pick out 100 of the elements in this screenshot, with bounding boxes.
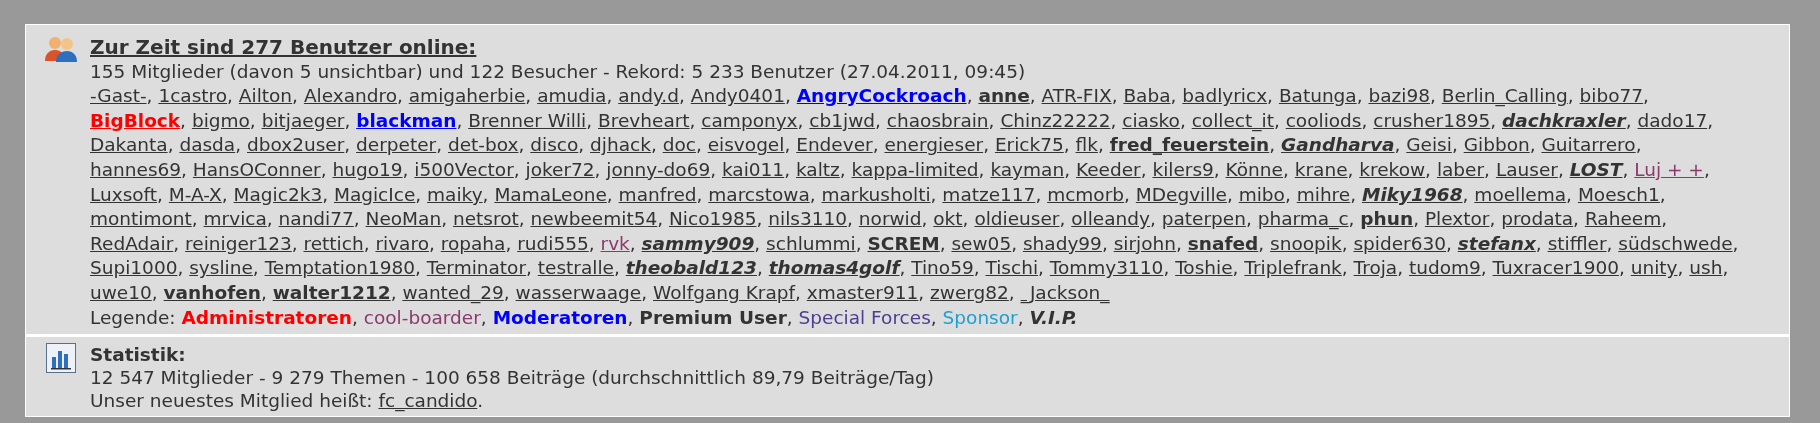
username-link[interactable]: paterpen: [1161, 208, 1246, 230]
username-link[interactable]: eisvogel: [707, 134, 785, 156]
username-link[interactable]: moellema: [1474, 183, 1567, 205]
username-link[interactable]: Brevheart: [598, 109, 690, 131]
username-link[interactable]: nils3110: [768, 208, 848, 230]
username-link[interactable]: blackman: [356, 109, 457, 131]
username-link[interactable]: HansOConner: [192, 158, 321, 180]
username-link[interactable]: anne: [978, 85, 1030, 107]
username-link[interactable]: tudom9: [1408, 257, 1481, 279]
username-link[interactable]: norwid: [858, 208, 922, 230]
username-link[interactable]: bigmo: [191, 109, 250, 131]
username-link[interactable]: krane: [1294, 158, 1348, 180]
username-link[interactable]: olleandy: [1071, 208, 1150, 230]
username-link[interactable]: Gibbon: [1463, 134, 1530, 156]
username-link[interactable]: bibo77: [1579, 85, 1644, 107]
username-link[interactable]: Tischi: [985, 257, 1039, 279]
username-link[interactable]: energieser: [884, 134, 984, 156]
username-link[interactable]: fred_feuerstein: [1109, 134, 1270, 156]
username-link[interactable]: Plextor: [1424, 208, 1490, 230]
username-link[interactable]: Tommy3110: [1049, 257, 1164, 279]
username-link[interactable]: sammy909: [641, 232, 755, 254]
username-link[interactable]: unity: [1630, 257, 1678, 279]
username-link[interactable]: kappa-limited: [851, 158, 979, 180]
username-link[interactable]: Miky1968: [1361, 183, 1463, 205]
username-link[interactable]: Troja: [1353, 257, 1398, 279]
username-link[interactable]: Alexandro: [303, 85, 397, 107]
username-link[interactable]: ATR-FIX: [1041, 85, 1112, 107]
username-link[interactable]: dasda: [179, 134, 236, 156]
username-link[interactable]: newbeemit54: [530, 208, 658, 230]
username-link[interactable]: laber: [1436, 158, 1485, 180]
username-link[interactable]: kai011: [721, 158, 785, 180]
username-link[interactable]: okt: [933, 208, 963, 230]
username-link[interactable]: reiniger123: [185, 232, 292, 254]
username-link[interactable]: Supi1000: [90, 257, 178, 279]
username-link[interactable]: badlyricx: [1182, 85, 1268, 107]
username-link[interactable]: dachkraxler: [1502, 109, 1626, 131]
username-link[interactable]: kaltz: [795, 158, 840, 180]
username-link[interactable]: bazi98: [1368, 85, 1430, 107]
username-link[interactable]: Batunga: [1278, 85, 1357, 107]
username-link[interactable]: cb1jwd: [809, 109, 876, 131]
username-link[interactable]: mrvica: [203, 208, 267, 230]
username-link[interactable]: oldieuser: [974, 208, 1060, 230]
username-link[interactable]: Nico1985: [669, 208, 757, 230]
username-link[interactable]: Andy0401: [690, 85, 785, 107]
username-link[interactable]: joker72: [525, 158, 595, 180]
username-link[interactable]: Berlin_Calling: [1441, 85, 1568, 107]
username-link[interactable]: RedAdair: [90, 232, 174, 254]
username-link[interactable]: MamaLeone: [494, 183, 607, 205]
username-link[interactable]: mihre: [1296, 183, 1351, 205]
username-link[interactable]: cooliods: [1285, 109, 1362, 131]
username-link[interactable]: rettich: [303, 232, 364, 254]
username-link[interactable]: SCREM: [867, 232, 940, 254]
username-link[interactable]: hannes69: [90, 158, 182, 180]
username-link[interactable]: camponyx: [701, 109, 798, 131]
username-link[interactable]: snoopik: [1270, 232, 1342, 254]
member-link[interactable]: fc_candido: [378, 390, 478, 412]
username-link[interactable]: stiffler: [1547, 232, 1607, 254]
username-link[interactable]: wanted_29: [402, 281, 504, 303]
username-link[interactable]: xmaster911: [806, 281, 919, 303]
username-link[interactable]: südschwede: [1618, 232, 1733, 254]
username-link[interactable]: -Gast-: [90, 85, 147, 107]
username-link[interactable]: collect_it: [1191, 109, 1274, 131]
username-link[interactable]: andy.d: [618, 85, 679, 107]
username-link[interactable]: netsrot: [452, 208, 519, 230]
username-link[interactable]: Wolfgang Krapf: [653, 281, 795, 303]
username-link[interactable]: crusher1895: [1373, 109, 1491, 131]
username-link[interactable]: dado17: [1637, 109, 1708, 131]
username-link[interactable]: NeoMan: [365, 208, 442, 230]
username-link[interactable]: Triplefrank: [1244, 257, 1342, 279]
username-link[interactable]: prodata: [1501, 208, 1574, 230]
username-link[interactable]: Erick75: [994, 134, 1064, 156]
username-link[interactable]: manfred: [618, 183, 697, 205]
username-link[interactable]: kilers9: [1152, 158, 1214, 180]
username-link[interactable]: Endever: [796, 134, 873, 156]
username-link[interactable]: mcmorb: [1047, 183, 1125, 205]
username-link[interactable]: Baba: [1123, 85, 1171, 107]
username-link[interactable]: doc: [662, 134, 696, 156]
username-link[interactable]: Geisi: [1406, 134, 1452, 156]
username-link[interactable]: Keeder: [1075, 158, 1141, 180]
username-link[interactable]: Tino59: [911, 257, 974, 279]
username-link[interactable]: Gandharva: [1281, 134, 1395, 156]
username-link[interactable]: shady99: [1022, 232, 1102, 254]
username-link[interactable]: Dakanta: [90, 134, 168, 156]
username-link[interactable]: nandi77: [278, 208, 354, 230]
username-link[interactable]: matze117: [942, 183, 1036, 205]
username-link[interactable]: Chinz22222: [1000, 109, 1111, 131]
username-link[interactable]: spider630: [1353, 232, 1446, 254]
username-link[interactable]: thomas4golf: [768, 257, 900, 279]
username-link[interactable]: uwe10: [90, 281, 152, 303]
username-link[interactable]: stefanx: [1457, 232, 1536, 254]
username-link[interactable]: 1castro: [158, 85, 228, 107]
username-link[interactable]: flk: [1075, 134, 1098, 156]
username-link[interactable]: MagicIce: [333, 183, 416, 205]
username-link[interactable]: derpeter: [356, 134, 437, 156]
username-link[interactable]: pharma_c: [1257, 208, 1349, 230]
username-link[interactable]: sirjohn: [1113, 232, 1176, 254]
username-link[interactable]: wasserwaage: [515, 281, 642, 303]
username-link[interactable]: mibo: [1238, 183, 1285, 205]
username-link[interactable]: Luj + +: [1634, 158, 1704, 180]
username-link[interactable]: Raheem: [1584, 208, 1662, 230]
